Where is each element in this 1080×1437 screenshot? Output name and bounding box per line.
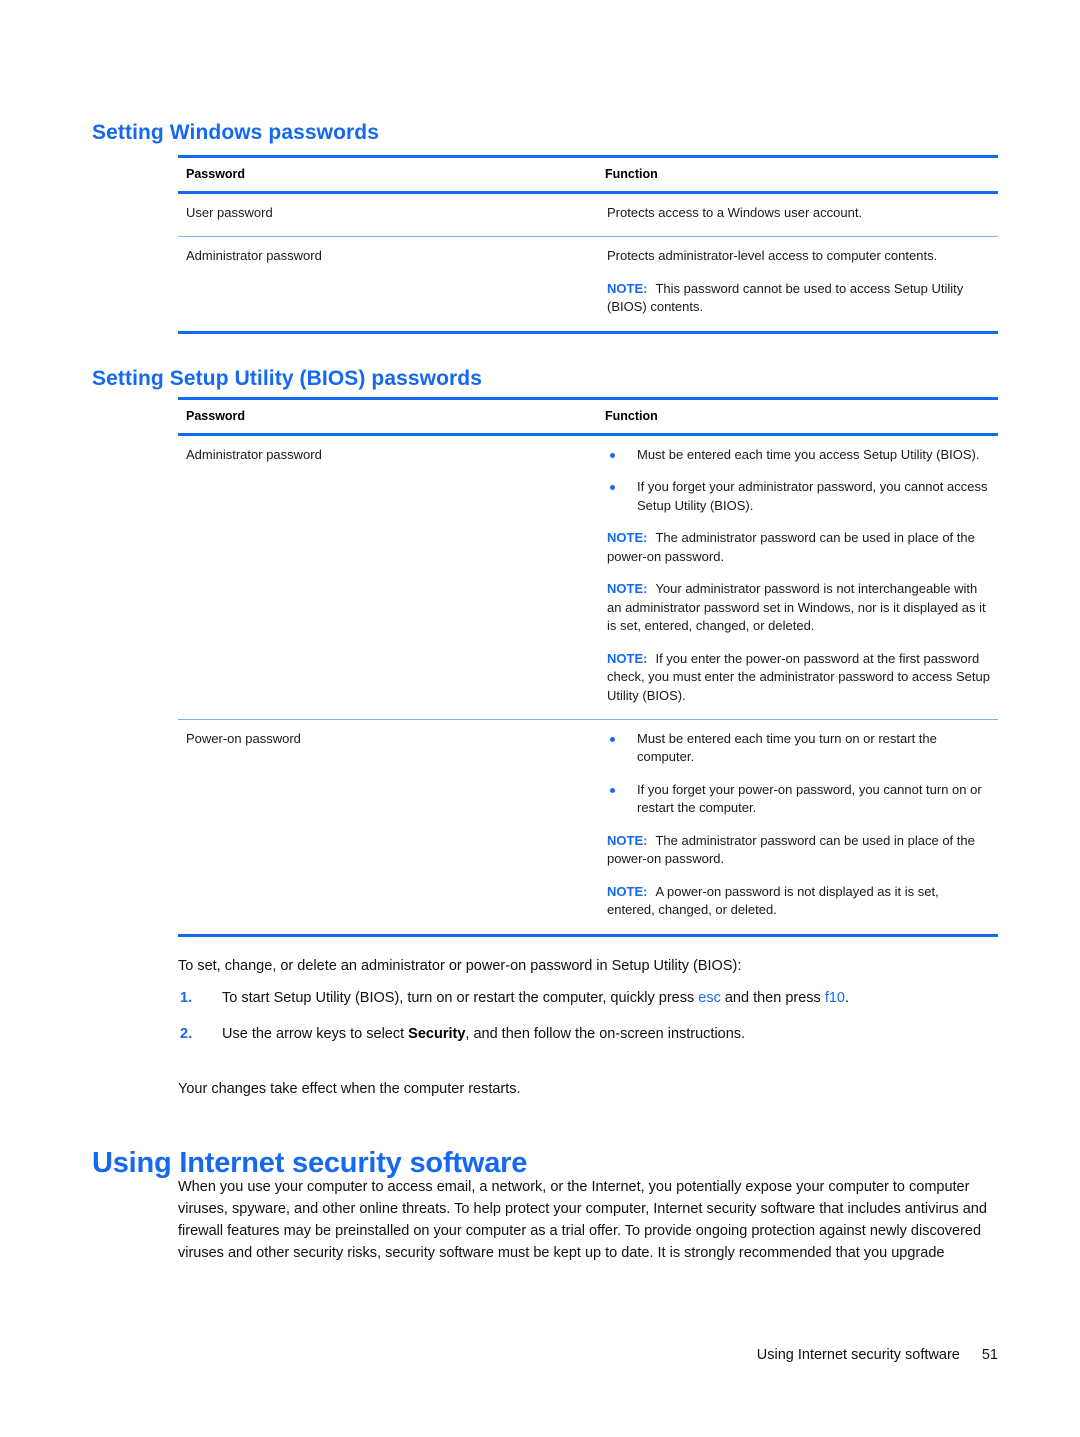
note-label: NOTE:	[607, 581, 648, 597]
table-row: Administrator password Must be entered e…	[178, 434, 998, 720]
note-block: NOTE: This password cannot be used to acc…	[607, 280, 990, 317]
list-item: If you forget your administrator passwor…	[607, 478, 990, 515]
step-item-1: 1. To start Setup Utility (BIOS), turn on…	[178, 988, 1000, 1010]
note-text: A power-on password is not displayed as …	[607, 883, 939, 918]
note-text: This password cannot be used to access S…	[607, 280, 964, 315]
cell-function: Must be entered each time you turn on or…	[597, 719, 998, 937]
table-row: Administrator password Protects administ…	[178, 236, 998, 334]
page-footer: Using Internet security software 51	[0, 1347, 1080, 1363]
column-header-function: Function	[597, 155, 998, 194]
menu-name-security: Security	[408, 1025, 466, 1042]
step-number: 2.	[180, 1025, 193, 1042]
list-item: If you forget your power-on password, yo…	[607, 781, 990, 818]
list-item: Must be entered each time you turn on or…	[607, 730, 990, 767]
bios-steps-list: 1. To start Setup Utility (BIOS), turn on…	[178, 988, 1000, 1046]
step-text-part1: To start Setup Utility (BIOS), turn on o…	[222, 990, 699, 1006]
column-header-password: Password	[178, 397, 597, 436]
note-text: The administrator password can be used i…	[607, 832, 975, 867]
bullet-list: Must be entered each time you turn on or…	[607, 730, 990, 818]
note-label: NOTE:	[607, 650, 648, 666]
note-block: NOTE: The administrator password can be u…	[607, 529, 990, 566]
note-block: NOTE: Your administrator password is not …	[607, 580, 990, 635]
column-header-function: Function	[597, 397, 998, 436]
cell-password: Administrator password	[178, 236, 597, 334]
step-item-2: 2. Use the arrow keys to select Security,…	[178, 1024, 1000, 1046]
note-block: NOTE: If you enter the power-on password …	[607, 650, 990, 705]
heading-setting-bios-passwords: Setting Setup Utility (BIOS) passwords	[92, 367, 483, 391]
windows-passwords-table: Password Function User password Protects…	[178, 155, 998, 334]
cell-function: Must be entered each time you access Set…	[597, 434, 998, 720]
step-text-part2: , and then follow the on-screen instruct…	[465, 1025, 746, 1042]
table-row: User password Protects access to a Windo…	[178, 192, 998, 238]
internet-security-paragraph: When you use your computer to access ema…	[178, 1179, 987, 1262]
note-text: Your administrator password is not inter…	[607, 581, 986, 634]
footer-section-title: Using Internet security software	[756, 1347, 960, 1363]
note-text: If you enter the power-on password at th…	[607, 650, 990, 703]
bullet-list: Must be entered each time you access Set…	[607, 446, 990, 515]
step-number: 1.	[180, 990, 193, 1006]
note-label: NOTE:	[607, 280, 648, 296]
step-text-part1: Use the arrow keys to select	[222, 1025, 409, 1042]
footer-page-number: 51	[981, 1347, 998, 1363]
table-header-row: Password Function	[178, 397, 998, 436]
bios-steps-closing: Your changes take effect when the comput…	[178, 1081, 521, 1097]
table-header-row: Password Function	[178, 155, 998, 194]
table-row: Power-on password Must be entered each t…	[178, 719, 998, 937]
cell-password: User password	[178, 192, 597, 238]
note-text: The administrator password can be used i…	[607, 530, 975, 564]
step-text-part3: .	[845, 990, 850, 1006]
note-block: NOTE: The administrator password can be u…	[607, 832, 990, 869]
key-f10: f10	[824, 990, 846, 1006]
list-item: Must be entered each time you access Set…	[607, 446, 990, 464]
note-label: NOTE:	[607, 530, 648, 546]
note-label: NOTE:	[607, 832, 648, 848]
note-block: NOTE: A power-on password is not displaye…	[607, 883, 990, 920]
cell-password: Administrator password	[178, 434, 597, 720]
cell-function: Protects access to a Windows user accoun…	[597, 192, 998, 238]
column-header-password: Password	[178, 155, 597, 194]
cell-function: Protects administrator-level access to c…	[597, 236, 998, 334]
bios-steps-intro: To set, change, or delete an administrat…	[178, 958, 742, 974]
key-esc: esc	[698, 990, 721, 1006]
bios-passwords-table: Password Function Administrator password…	[178, 397, 998, 937]
note-label: NOTE:	[607, 883, 648, 899]
function-text: Protects administrator-level access to c…	[607, 248, 938, 264]
document-page: Setting Windows passwords Password Funct…	[0, 0, 1080, 1437]
heading-setting-windows-passwords: Setting Windows passwords	[92, 121, 380, 145]
step-text-part2: and then press	[720, 990, 825, 1006]
function-text: Protects access to a Windows user accoun…	[607, 205, 863, 220]
cell-password: Power-on password	[178, 719, 597, 937]
